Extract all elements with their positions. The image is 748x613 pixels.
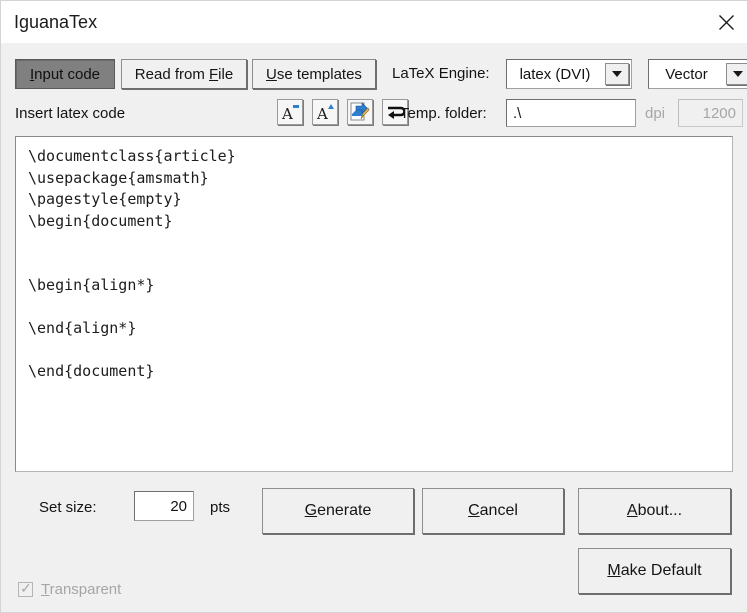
dpi-value: 1200: [679, 105, 742, 122]
svg-text:A: A: [316, 105, 328, 122]
chevron-down-icon[interactable]: [726, 63, 748, 85]
checkbox-box: ✓: [18, 582, 33, 597]
decrease-font-size-icon[interactable]: A: [277, 99, 303, 125]
generate-button[interactable]: Generate: [262, 488, 414, 534]
transparent-checkbox-label: Transparent: [41, 581, 121, 598]
set-size-label: Set size:: [39, 499, 97, 516]
temp-folder-label: Temp. folder:: [400, 105, 487, 122]
tab-input-code-label-rest: nput code: [34, 66, 100, 83]
latex-code-editor[interactable]: \documentclass{article} \usepackage{amsm…: [15, 136, 733, 472]
dialog-client-area: Input code Read from File Use templates …: [1, 43, 747, 612]
set-size-units-label: pts: [210, 499, 230, 516]
tab-input-code[interactable]: Input code: [15, 59, 115, 89]
title-bar: IguanaTex: [1, 1, 748, 43]
chevron-down-icon[interactable]: [605, 63, 629, 85]
insert-latex-code-label: Insert latex code: [15, 105, 125, 122]
temp-folder-value: .\: [507, 105, 635, 122]
cancel-button[interactable]: Cancel: [422, 488, 564, 534]
edit-external-icon[interactable]: [347, 99, 373, 125]
svg-text:A: A: [281, 105, 293, 122]
window-title: IguanaTex: [14, 12, 97, 33]
about-button[interactable]: About...: [578, 488, 731, 534]
increase-font-size-icon[interactable]: A: [312, 99, 338, 125]
latex-code-text: \documentclass{article} \usepackage{amsm…: [16, 137, 732, 383]
iguanatex-dialog: IguanaTex Input code Read from File Use …: [0, 0, 748, 613]
temp-folder-input[interactable]: .\: [506, 99, 636, 127]
dpi-label: dpi: [645, 105, 665, 122]
latex-engine-value: latex (DVI): [507, 66, 605, 83]
make-default-button[interactable]: Make Default: [578, 548, 731, 594]
close-icon: [718, 14, 735, 31]
transparent-checkbox: ✓ Transparent: [18, 581, 121, 598]
latex-engine-label: LaTeX Engine:: [392, 65, 490, 82]
tab-use-templates[interactable]: Use templates: [252, 59, 376, 89]
close-button[interactable]: [703, 1, 748, 43]
tab-read-from-file[interactable]: Read from File: [121, 59, 247, 89]
output-format-combo[interactable]: Vector: [648, 59, 748, 89]
dpi-input: 1200: [678, 99, 743, 127]
set-size-value: 20: [135, 498, 193, 515]
output-format-value: Vector: [649, 66, 726, 83]
set-size-input[interactable]: 20: [134, 491, 194, 521]
latex-engine-combo[interactable]: latex (DVI): [506, 59, 632, 89]
